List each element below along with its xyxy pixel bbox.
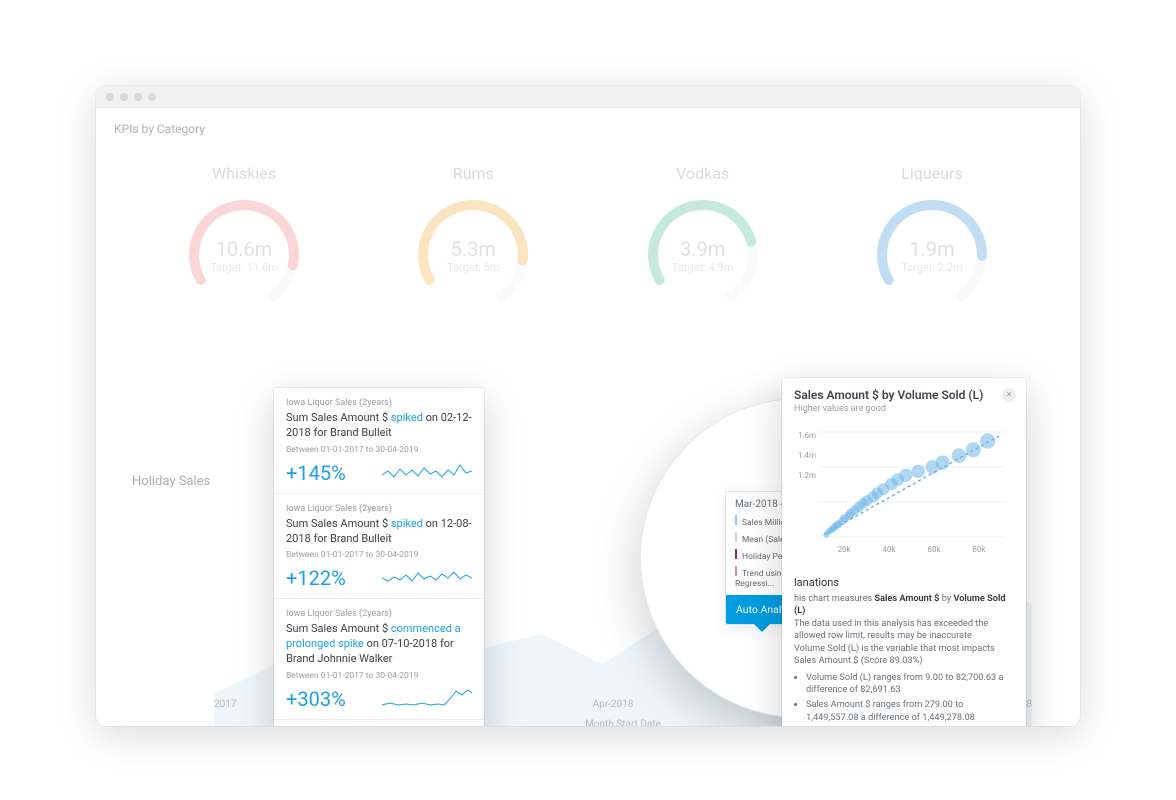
svg-text:40k: 40k: [882, 545, 896, 554]
insight-item[interactable]: Iowa Liquor Sales (2years) Sum Sales Amo…: [274, 494, 484, 600]
svg-text:1.2m: 1.2m: [798, 471, 816, 480]
scatter-title: Sales Amount $ by Volume Sold (L): [794, 388, 1014, 402]
explanations-heading: lanations: [794, 576, 1014, 589]
explanation-bullet: Volume Sold (L) ranges from 9.00 to 82,7…: [806, 672, 1014, 697]
gauge-value: 1.9m: [909, 237, 954, 261]
scatter-panel: × Sales Amount $ by Volume Sold (L) High…: [782, 378, 1026, 726]
scatter-chart: 1.6m 1.4m 1.2m 20k 40k 60k 80k: [794, 422, 1014, 562]
traffic-light-zoom[interactable]: [134, 93, 142, 101]
insights-card: Iowa Liquor Sales (2years) Sum Sales Amo…: [274, 388, 484, 726]
insight-item[interactable]: Iowa Liquor Sales (2years) Sum Sales Amo…: [274, 388, 484, 494]
traffic-light-minimize[interactable]: [120, 93, 128, 101]
sparkline: [382, 687, 472, 711]
explanation-line-2: The data used in this analysis has excee…: [794, 618, 1014, 643]
gauge-rums[interactable]: Rums 5.3m Target: 6m: [373, 164, 573, 315]
gauge-value: 5.3m: [451, 237, 496, 261]
gauge-vodkas[interactable]: Vodkas 3.9m Target: 4.9m: [603, 164, 803, 315]
dashboard-background: Whiskies 10.6m Target: 11.6m Rums: [114, 164, 1062, 315]
insight-source: Iowa Liquor Sales (2years): [286, 504, 472, 514]
insight-text: Sum Sales Amount $ spiked on 12-08-2018 …: [286, 517, 472, 547]
side-label: Holiday Sales: [132, 474, 210, 489]
svg-text:80k: 80k: [972, 545, 986, 554]
app-window: KPIs by Category Whiskies 10.6m Target: …: [96, 86, 1080, 726]
gauge-title: Whiskies: [144, 164, 344, 183]
gauge-liqueurs[interactable]: Liqueurs 1.9m Target: 2.2m: [832, 164, 1032, 315]
insight-range: Between 01-01-2017 to 30-04-2019: [286, 550, 472, 560]
insight-delta: +145%: [286, 461, 346, 485]
gauge-title: Vodkas: [603, 164, 803, 183]
explanation-line-1: his chart measures Sales Amount $ by Vol…: [794, 593, 1014, 618]
gauge-value: 10.6m: [216, 237, 273, 261]
svg-text:20k: 20k: [837, 545, 851, 554]
insight-source: Iowa Liquor Sales (2years): [286, 398, 472, 408]
svg-text:60k: 60k: [927, 545, 941, 554]
insight-text: Sum Sales Amount $ commenced a prolonged…: [286, 622, 472, 667]
gauge-whiskies[interactable]: Whiskies 10.6m Target: 11.6m: [144, 164, 344, 315]
insight-range: Between 01-01-2017 to 30-04-2019: [286, 671, 472, 681]
traffic-light-close[interactable]: [106, 93, 114, 101]
insight-delta: +303%: [286, 687, 346, 711]
gauge-title: Rums: [373, 164, 573, 183]
window-titlebar: [96, 86, 1080, 108]
insight-delta: +122%: [286, 566, 346, 590]
sparkline: [382, 461, 472, 485]
svg-text:1.4m: 1.4m: [798, 451, 816, 460]
traffic-light-extra: [148, 93, 156, 101]
page-title: KPIs by Category: [114, 122, 1062, 136]
gauge-target: Target: 11.6m: [210, 261, 278, 274]
insight-range: Between 01-01-2017 to 30-04-2019: [286, 445, 472, 455]
gauge-title: Liqueurs: [832, 164, 1032, 183]
panel-close-icon[interactable]: ×: [1002, 388, 1016, 402]
insight-item[interactable]: Iowa Liquor Sales (2years) Sum Sales Amo…: [274, 599, 484, 720]
x-tick-label: Apr-2018: [593, 699, 634, 710]
explanation-line-3: Volume Sold (L) is the variable that mos…: [794, 643, 1014, 668]
gauge-target: Target: 6m: [447, 261, 499, 274]
explanation-bullet: Sales Amount $ ranges from 279.00 to 1,4…: [806, 699, 1014, 724]
svg-text:1.6m: 1.6m: [798, 431, 816, 440]
explore-all-link[interactable]: Explore All: [274, 720, 484, 726]
scatter-subtitle: Higher values are good: [794, 404, 1014, 414]
insight-source: Iowa Liquor Sales (2years): [286, 609, 472, 619]
x-tick-label: 2017: [214, 699, 236, 710]
insight-text: Sum Sales Amount $ spiked on 02-12-2018 …: [286, 411, 472, 441]
gauge-target: Target: 4.9m: [672, 261, 733, 274]
sparkline: [382, 566, 472, 590]
gauge-target: Target: 2.2m: [901, 261, 962, 274]
gauge-value: 3.9m: [680, 237, 725, 261]
